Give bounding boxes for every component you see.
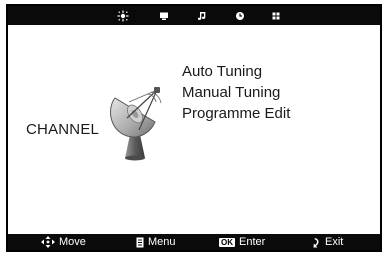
hint-move-label: Move [59,236,86,248]
menu-item-auto-tuning[interactable]: Auto Tuning [182,62,290,82]
hint-enter-label: Enter [239,236,266,248]
hint-menu-label: Menu [148,236,176,248]
hint-exit: Exit [313,234,343,250]
exit-return-icon [313,237,319,247]
channel-menu-list: Auto Tuning Manual Tuning Programme Edit [182,62,290,125]
picture-icon[interactable] [114,6,132,25]
grid-icon[interactable] [267,6,285,25]
menu-item-manual-tuning[interactable]: Manual Tuning [182,83,290,103]
satellite-dish-icon [105,86,165,167]
ok-key-icon: OK [219,237,235,247]
menu-icon [136,237,144,247]
screen-icon[interactable] [155,6,173,25]
music-note-icon[interactable] [193,6,211,25]
clock-icon[interactable] [231,6,249,25]
hint-menu: Menu [136,234,176,250]
hint-move: Move [41,234,86,250]
menu-category-bar [8,6,380,25]
hint-exit-label: Exit [325,236,344,248]
move-arrows-icon [41,236,55,248]
category-title: CHANNEL [26,121,100,138]
hint-enter: OK Enter [219,234,265,250]
menu-item-programme-edit[interactable]: Programme Edit [182,104,290,124]
key-hint-bar: Move Menu OK Enter Exit [8,234,380,250]
channel-menu-screen: CHANNEL Auto Tuning Manual Tuning Progra… [6,4,382,252]
